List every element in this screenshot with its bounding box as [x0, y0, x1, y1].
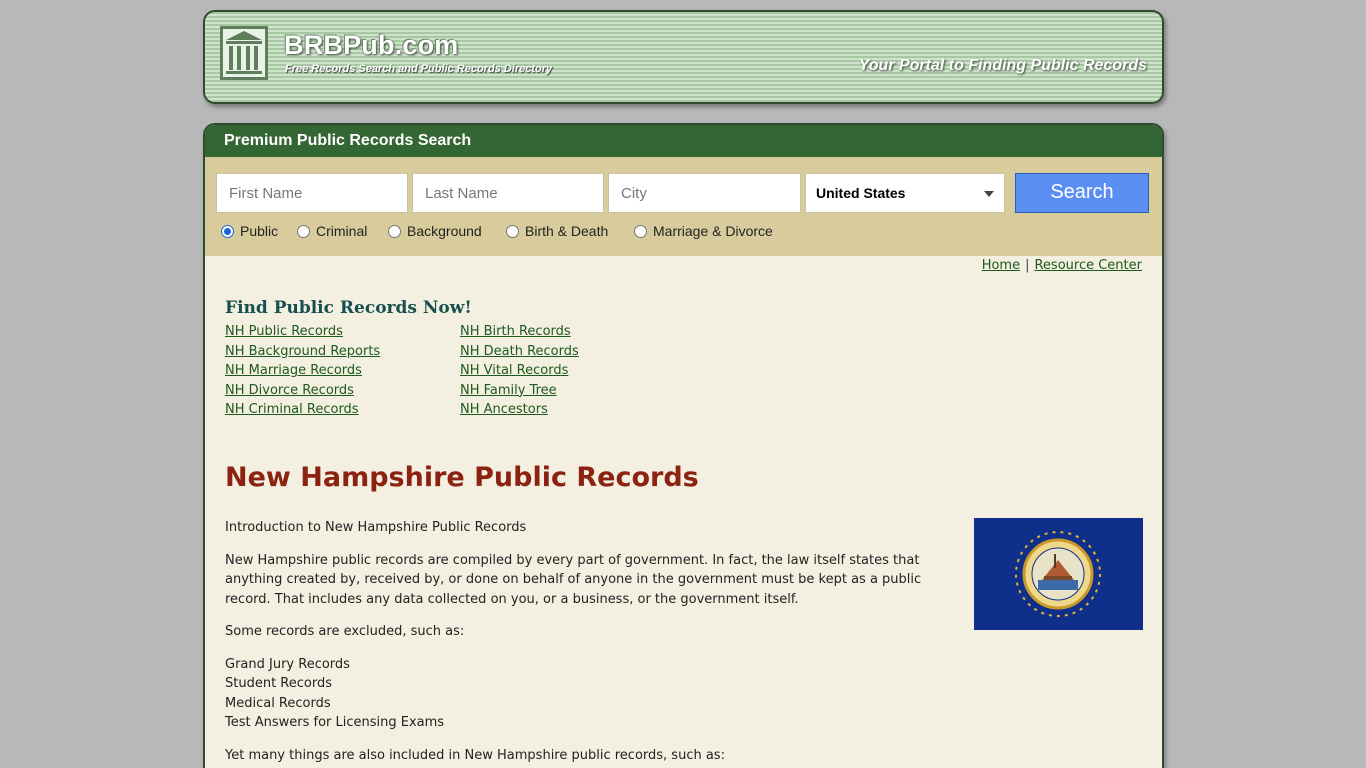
search-button[interactable]: Search: [1015, 173, 1149, 213]
records-links-col2: NH Birth Records NH Death Records NH Vit…: [460, 322, 579, 420]
page-title: New Hampshire Public Records: [225, 462, 699, 493]
radio-public[interactable]: Public: [221, 223, 278, 239]
radio-circle[interactable]: [297, 224, 310, 238]
radio-criminal[interactable]: Criminal: [297, 223, 367, 239]
top-links: Home | Resource Center: [982, 258, 1142, 273]
article-paragraph: Some records are excluded, such as:: [225, 624, 465, 639]
link-nh-ancestors[interactable]: NH Ancestors: [460, 400, 579, 420]
radio-label: Criminal: [316, 223, 368, 239]
radio-circle[interactable]: [634, 224, 647, 238]
new-hampshire-flag-icon: [974, 518, 1143, 630]
link-separator: |: [1025, 258, 1030, 273]
radio-marriage-divorce[interactable]: Marriage & Divorce: [634, 223, 773, 239]
excluded-records-list: Grand Jury Records Student Records Medic…: [225, 655, 935, 733]
link-nh-background-reports[interactable]: NH Background Reports: [225, 342, 380, 362]
records-links-col1: NH Public Records NH Background Reports …: [225, 322, 380, 420]
list-item: Test Answers for Licensing Exams: [225, 715, 445, 730]
radio-circle-selected[interactable]: [221, 224, 234, 238]
article-body: Introduction to New Hampshire Public Rec…: [225, 518, 935, 768]
radio-background[interactable]: Background: [388, 223, 482, 239]
article-intro: Introduction to New Hampshire Public Rec…: [225, 520, 527, 535]
last-name-input[interactable]: Last Name: [412, 173, 604, 213]
article-paragraph: New Hampshire public records are compile…: [225, 552, 922, 607]
radio-circle[interactable]: [388, 224, 401, 238]
list-item: Student Records: [225, 676, 332, 691]
home-link[interactable]: Home: [982, 258, 1020, 273]
link-nh-death-records[interactable]: NH Death Records: [460, 342, 579, 362]
link-nh-criminal-records[interactable]: NH Criminal Records: [225, 400, 380, 420]
radio-label: Public: [240, 223, 279, 239]
site-header: BRBPub.com Free Records Search and Publi…: [203, 10, 1164, 104]
find-records-heading: Find Public Records Now!: [225, 298, 472, 318]
radio-label: Birth & Death: [525, 223, 609, 239]
courthouse-icon[interactable]: [220, 26, 268, 80]
link-nh-vital-records[interactable]: NH Vital Records: [460, 361, 579, 381]
link-nh-public-records[interactable]: NH Public Records: [225, 322, 380, 342]
radio-label: Marriage & Divorce: [653, 223, 773, 239]
link-nh-birth-records[interactable]: NH Birth Records: [460, 322, 579, 342]
site-title[interactable]: BRBPub.com: [284, 30, 459, 61]
search-panel-title: Premium Public Records Search: [205, 125, 1162, 157]
country-select[interactable]: United States: [805, 173, 1005, 213]
resource-center-link[interactable]: Resource Center: [1034, 258, 1142, 273]
country-select-value: United States: [816, 185, 906, 201]
portal-slogan: Your Portal to Finding Public Records: [858, 57, 1147, 74]
radio-label: Background: [407, 223, 482, 239]
radio-birth-death[interactable]: Birth & Death: [506, 223, 608, 239]
chevron-down-icon: [984, 191, 994, 197]
search-form: First Name Last Name City United States …: [205, 157, 1162, 256]
list-item: Grand Jury Records: [225, 656, 350, 672]
city-input[interactable]: City: [608, 173, 801, 213]
link-nh-family-tree[interactable]: NH Family Tree: [460, 381, 579, 401]
link-nh-divorce-records[interactable]: NH Divorce Records: [225, 381, 380, 401]
article-paragraph: Yet many things are also included in New…: [225, 747, 725, 763]
site-tagline: Free Records Search and Public Records D…: [285, 63, 553, 75]
first-name-input[interactable]: First Name: [216, 173, 408, 213]
radio-circle[interactable]: [506, 224, 519, 238]
main-panel: Premium Public Records Search First Name…: [203, 123, 1164, 768]
link-nh-marriage-records[interactable]: NH Marriage Records: [225, 361, 380, 381]
list-item: Medical Records: [225, 695, 331, 711]
